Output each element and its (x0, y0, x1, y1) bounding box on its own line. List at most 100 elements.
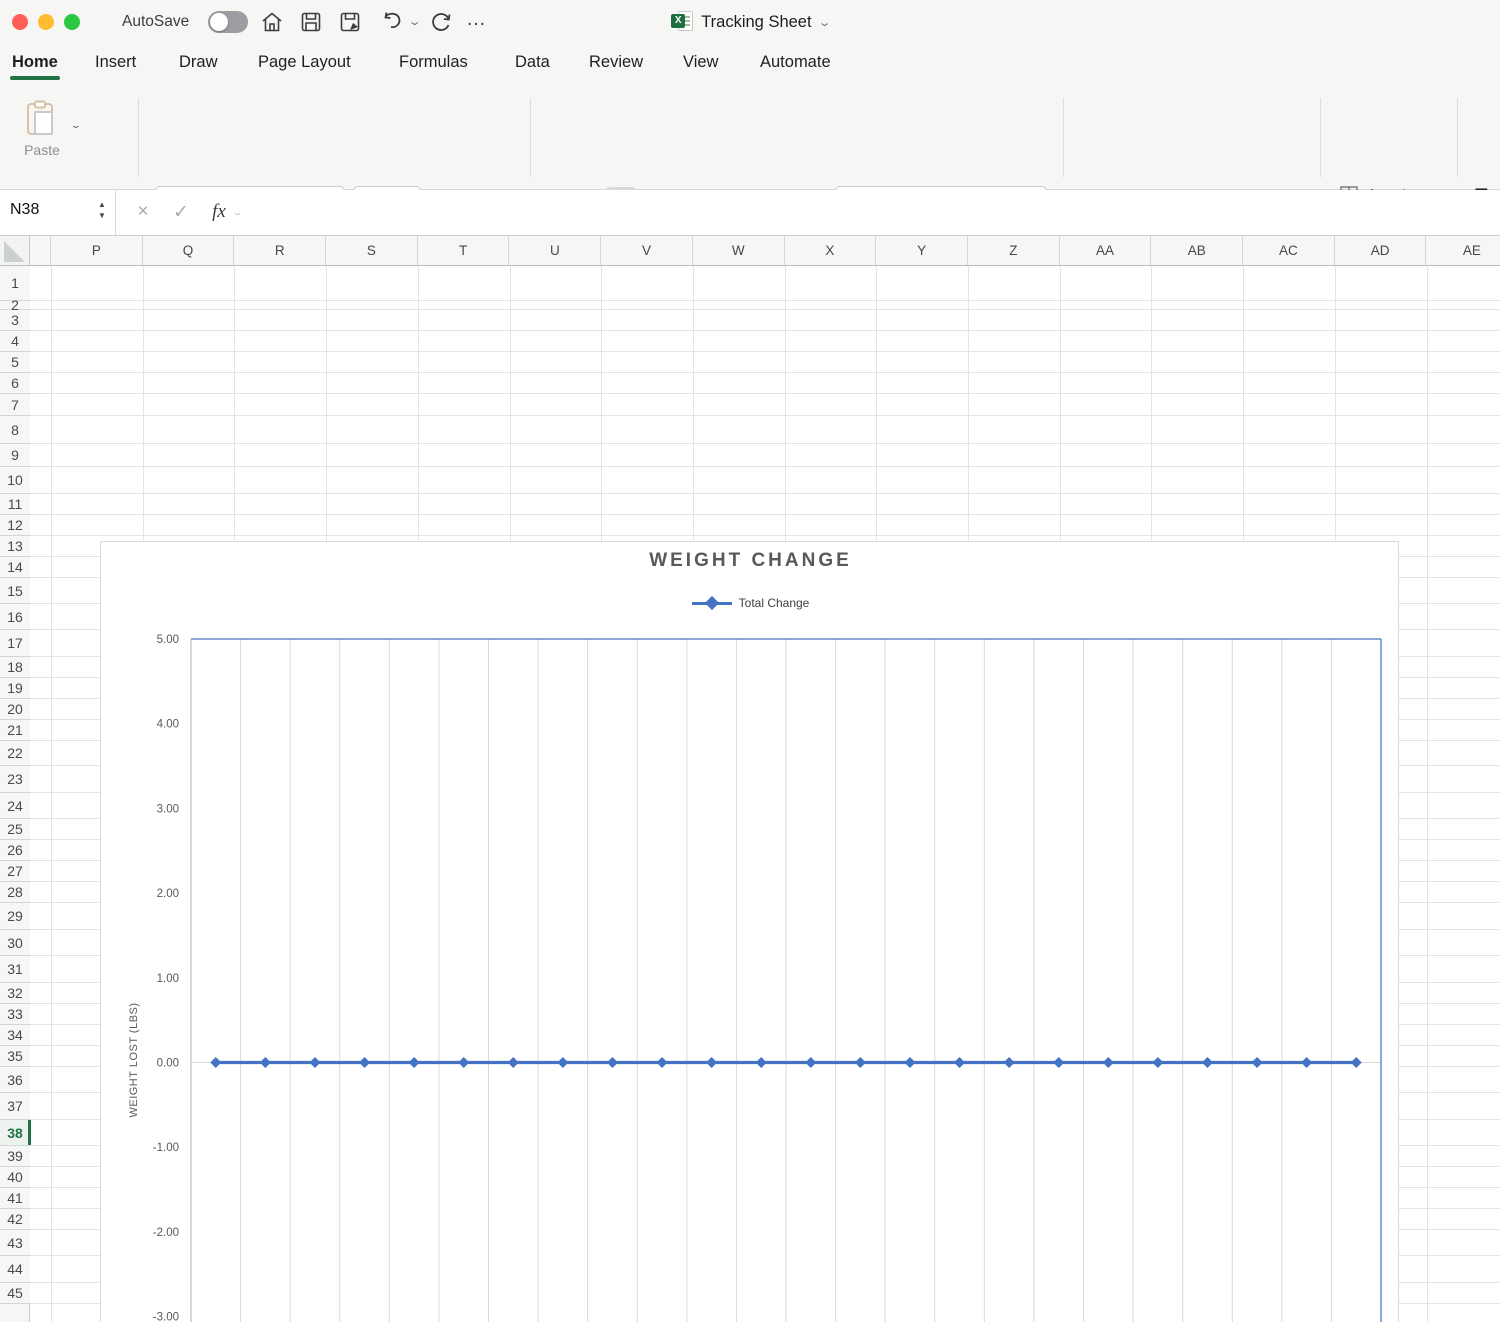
excel-file-icon: X (671, 11, 694, 33)
tab-review[interactable]: Review (589, 53, 643, 72)
row-header-2[interactable]: 2 (0, 297, 30, 313)
row-header-30[interactable]: 30 (0, 930, 30, 956)
row-header-38[interactable]: 38 (0, 1120, 31, 1146)
row-header-11[interactable]: 11 (0, 494, 30, 515)
group-separator (1457, 98, 1458, 177)
document-title-chevron-icon[interactable] (817, 16, 831, 29)
column-header-Q[interactable]: Q (142, 236, 235, 265)
column-header-X[interactable]: X (784, 236, 877, 265)
row-header-26[interactable]: 26 (0, 840, 30, 861)
column-header-partial[interactable] (30, 236, 51, 265)
svg-text:5.00: 5.00 (157, 634, 179, 646)
row-header-27[interactable]: 27 (0, 861, 30, 882)
row-header-25[interactable]: 25 (0, 819, 30, 840)
row-header-13[interactable]: 13 (0, 536, 30, 557)
tab-page-layout[interactable]: Page Layout (258, 53, 351, 72)
row-header-1[interactable]: 1 (0, 266, 30, 301)
column-header-AC[interactable]: AC (1243, 236, 1335, 265)
cancel-button[interactable]: × (128, 197, 158, 227)
group-separator (138, 98, 139, 177)
grid-row-line (30, 301, 1500, 310)
formula-input[interactable] (250, 194, 1496, 231)
tab-formulas[interactable]: Formulas (399, 53, 468, 72)
weight-change-chart[interactable]: WEIGHT CHANGE Total Change 5.00 4.00 3.00 2… (100, 541, 1399, 1322)
column-header-S[interactable]: S (326, 236, 418, 265)
row-header-28[interactable]: 28 (0, 882, 30, 903)
function-chevron-icon (232, 207, 244, 218)
column-header-V[interactable]: V (601, 236, 693, 265)
column-header-AA[interactable]: AA (1059, 236, 1152, 265)
name-box-spinner[interactable]: ▲ ▼ (96, 199, 108, 225)
ribbon: Paste ✂ Calibri (Body) 9 Aˆ Aˇ B I U (0, 88, 1500, 267)
row-header-34[interactable]: 34 (0, 1025, 30, 1046)
row-header-19[interactable]: 19 (0, 678, 30, 699)
column-header-Y[interactable]: Y (876, 236, 968, 265)
paste-label: Paste (24, 142, 60, 158)
column-header-AE[interactable]: AE (1426, 236, 1500, 265)
column-header-W[interactable]: W (692, 236, 785, 265)
row-header-15[interactable]: 15 (0, 578, 30, 604)
select-all-corner[interactable] (0, 236, 30, 265)
row-header-29[interactable]: 29 (0, 903, 30, 930)
tab-draw[interactable]: Draw (179, 53, 218, 72)
paste-menu-chevron-icon[interactable] (70, 120, 82, 131)
svg-text:3.00: 3.00 (157, 803, 179, 815)
svg-text:-3.00: -3.00 (153, 1312, 179, 1322)
tab-insert[interactable]: Insert (95, 53, 136, 72)
row-header-6[interactable]: 6 (0, 373, 30, 394)
column-header-AB[interactable]: AB (1151, 236, 1244, 265)
row-header-33[interactable]: 33 (0, 1004, 30, 1025)
row-header-3[interactable]: 3 (0, 310, 30, 331)
row-header-5[interactable]: 5 (0, 352, 30, 373)
row-header-7[interactable]: 7 (0, 394, 30, 416)
row-header-37[interactable]: 37 (0, 1093, 30, 1120)
row-header-31[interactable]: 31 (0, 956, 30, 983)
tab-automate[interactable]: Automate (760, 53, 831, 72)
row-header-22[interactable]: 22 (0, 741, 30, 766)
row-header-9[interactable]: 9 (0, 444, 30, 467)
column-header-Z[interactable]: Z (968, 236, 1060, 265)
column-header-P[interactable]: P (51, 236, 143, 265)
row-header-18[interactable]: 18 (0, 657, 30, 678)
row-header-14[interactable]: 14 (0, 557, 30, 578)
tab-view[interactable]: View (683, 53, 718, 72)
row-header-35[interactable]: 35 (0, 1046, 30, 1067)
row-header-16[interactable]: 16 (0, 604, 30, 630)
enter-button[interactable]: ✓ (166, 197, 196, 227)
grid-row-line (30, 373, 1500, 394)
row-header-17[interactable]: 17 (0, 630, 30, 657)
row-header-45[interactable]: 45 (0, 1283, 30, 1304)
row-header-40[interactable]: 40 (0, 1167, 30, 1188)
row-header-8[interactable]: 8 (0, 416, 30, 444)
row-header-21[interactable]: 21 (0, 720, 30, 741)
tab-data[interactable]: Data (515, 53, 550, 72)
grid-row-line (30, 515, 1500, 536)
document-title[interactable]: Tracking Sheet (701, 13, 811, 32)
column-header-AD[interactable]: AD (1334, 236, 1427, 265)
column-header-U[interactable]: U (509, 236, 602, 265)
paste-button[interactable]: Paste (16, 98, 68, 160)
row-header-4[interactable]: 4 (0, 331, 30, 352)
insert-function-button[interactable]: fx (204, 197, 234, 227)
name-box[interactable]: N38 ▲ ▼ (0, 190, 116, 235)
row-header-32[interactable]: 32 (0, 983, 30, 1004)
grid-row-line (30, 266, 1500, 301)
row-header-39[interactable]: 39 (0, 1146, 30, 1167)
row-header-23[interactable]: 23 (0, 766, 30, 793)
svg-text:0.00: 0.00 (157, 1058, 179, 1070)
row-header-24[interactable]: 24 (0, 793, 30, 819)
column-header-R[interactable]: R (234, 236, 327, 265)
row-header-20[interactable]: 20 (0, 699, 30, 720)
worksheet-grid[interactable]: P Q R S T U V W X Y Z AA AB AC AD AE 1 2 3 4 5 6 7 8 9 10 11 12 13 1… (0, 236, 1500, 1322)
row-header-42[interactable]: 42 (0, 1209, 30, 1230)
row-header-10[interactable]: 10 (0, 467, 30, 494)
row-header-44[interactable]: 44 (0, 1256, 30, 1283)
row-header-41[interactable]: 41 (0, 1188, 30, 1209)
row-header-43[interactable]: 43 (0, 1230, 30, 1256)
row-header-12[interactable]: 12 (0, 515, 30, 536)
tab-home[interactable]: Home (10, 53, 60, 80)
column-header-T[interactable]: T (417, 236, 510, 265)
group-separator (1320, 98, 1321, 177)
row-header-36[interactable]: 36 (0, 1067, 30, 1093)
grid-row-line (30, 394, 1500, 416)
